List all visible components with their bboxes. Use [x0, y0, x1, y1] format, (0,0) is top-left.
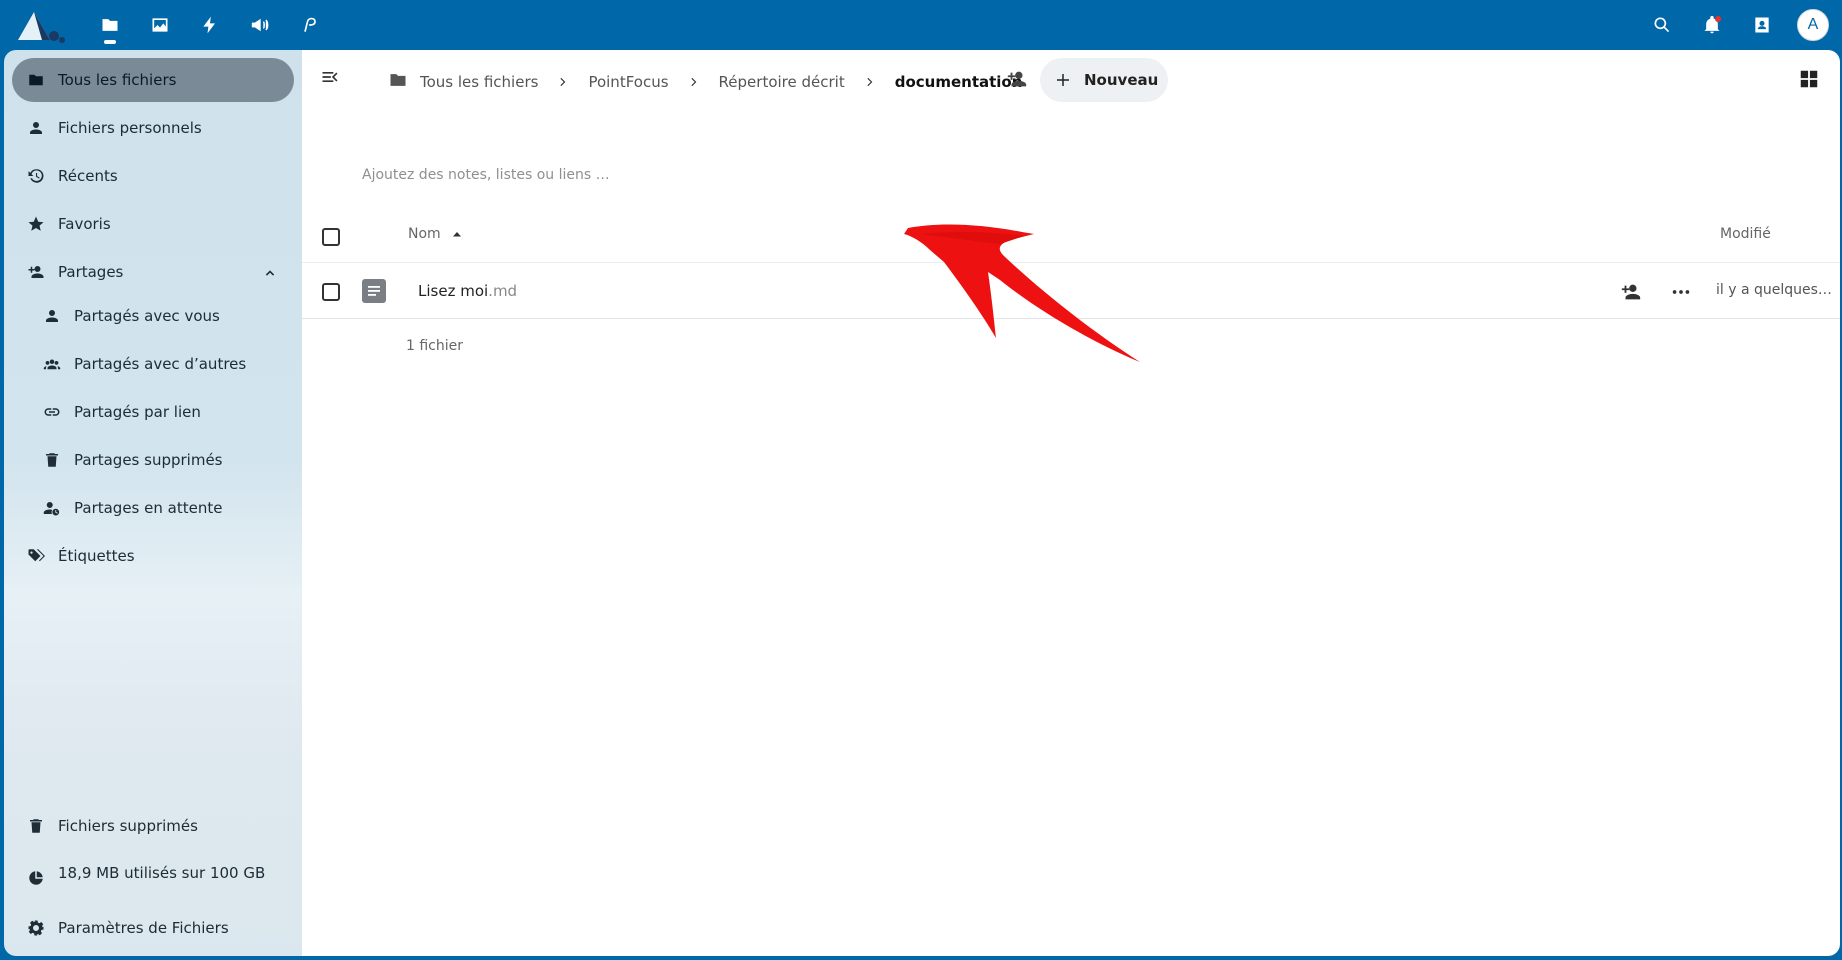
activity-icon[interactable]: [195, 10, 225, 40]
flow-icon[interactable]: [295, 10, 325, 40]
breadcrumb-pointfocus[interactable]: PointFocus: [588, 73, 668, 91]
toggle-navigation-icon[interactable]: [320, 67, 344, 91]
logo-icon[interactable]: [14, 6, 66, 44]
file-extension: .md: [488, 282, 518, 300]
announcements-icon[interactable]: [245, 10, 275, 40]
notifications-icon[interactable]: [1697, 10, 1727, 40]
person-icon: [32, 307, 72, 325]
new-button-label: Nouveau: [1084, 71, 1159, 89]
contacts-icon[interactable]: [1747, 10, 1777, 40]
gear-icon: [16, 919, 56, 937]
notification-badge: [1715, 16, 1721, 22]
files-icon[interactable]: [95, 10, 125, 40]
folder-icon: [16, 71, 56, 89]
nav-tags[interactable]: Étiquettes: [12, 534, 294, 578]
more-actions-icon[interactable]: [1670, 281, 1692, 303]
nav-deleted-shares[interactable]: Partages supprimés: [28, 438, 294, 482]
file-modified: il y a quelques…: [1716, 282, 1832, 298]
pending-share-icon: [32, 499, 72, 517]
group-icon: [32, 355, 72, 373]
trash-icon: [32, 451, 72, 469]
nav-label: Partagés avec vous: [74, 307, 220, 325]
nav-favorites[interactable]: Favoris: [12, 202, 294, 246]
person-icon: [16, 119, 56, 137]
top-header: A: [0, 0, 1842, 50]
nav-label: Partages supprimés: [74, 451, 223, 469]
breadcrumb-repertoire[interactable]: Répertoire décrit: [719, 73, 845, 91]
chevron-right-icon: [863, 75, 877, 89]
chevron-right-icon: [556, 75, 570, 89]
breadcrumb-root[interactable]: Tous les fichiers: [388, 70, 538, 94]
chevron-right-icon: [687, 75, 701, 89]
nav-label: Récents: [58, 167, 118, 185]
trash-icon: [16, 817, 56, 835]
storage-quota: 18,9 MB utilisés sur 100 GB: [12, 856, 294, 900]
nav-all-files[interactable]: Tous les fichiers: [12, 58, 294, 102]
folder-icon: [388, 70, 408, 94]
pie-chart-icon: [16, 869, 56, 887]
folder-notes-input[interactable]: [362, 162, 962, 188]
plus-icon: [1054, 71, 1072, 89]
select-all-checkbox[interactable]: [322, 228, 340, 246]
annotation-arrow-icon: [904, 224, 1140, 362]
nav-shared-with-others[interactable]: Partagés avec d’autres: [28, 342, 294, 386]
column-header-modified[interactable]: Modifié: [1720, 226, 1771, 242]
nav-shared-by-link[interactable]: Partagés par lien: [28, 390, 294, 434]
photos-icon[interactable]: [145, 10, 175, 40]
nav-label: Fichiers personnels: [58, 119, 202, 137]
chevron-up-icon[interactable]: [260, 262, 280, 282]
column-header-name[interactable]: Nom: [408, 226, 463, 242]
nav-label: Partagés avec d’autres: [74, 355, 247, 373]
sort-ascending-icon: [451, 228, 463, 240]
star-icon: [16, 215, 56, 233]
breadcrumb-label: Tous les fichiers: [420, 73, 539, 91]
user-avatar[interactable]: A: [1797, 9, 1829, 41]
nav-label: Paramètres de Fichiers: [58, 919, 229, 937]
history-icon: [16, 167, 56, 185]
nav-label: Favoris: [58, 215, 111, 233]
nav-label: Partages: [58, 263, 124, 281]
search-icon[interactable]: [1647, 10, 1677, 40]
share-folder-icon[interactable]: [1006, 68, 1030, 92]
share-icon: [16, 263, 56, 281]
app-navigation: Tous les fichiers Fichiers personnels Ré…: [4, 50, 302, 956]
new-button[interactable]: Nouveau: [1040, 58, 1168, 102]
nav-label: Étiquettes: [58, 547, 135, 565]
link-icon: [32, 403, 72, 421]
breadcrumb: Tous les fichiers PointFocus Répertoire …: [388, 60, 1022, 104]
nav-files-settings[interactable]: Paramètres de Fichiers: [12, 906, 294, 950]
nav-recent[interactable]: Récents: [12, 154, 294, 198]
nav-shares[interactable]: Partages: [12, 250, 294, 294]
text-file-icon: [362, 279, 386, 303]
nav-label: Partages en attente: [74, 499, 223, 517]
share-icon[interactable]: [1620, 281, 1642, 303]
nav-label: Fichiers supprimés: [58, 817, 198, 835]
column-name-label: Nom: [408, 226, 441, 242]
file-count: 1 fichier: [406, 338, 464, 354]
nav-deleted-files[interactable]: Fichiers supprimés: [12, 804, 294, 848]
nav-label: Partagés par lien: [74, 403, 201, 421]
file-name[interactable]: Lisez moi.md: [418, 282, 517, 300]
nav-label: Tous les fichiers: [58, 71, 177, 89]
row-checkbox[interactable]: [322, 283, 340, 301]
nav-personal-files[interactable]: Fichiers personnels: [12, 106, 294, 150]
grid-view-icon[interactable]: [1798, 68, 1820, 90]
quota-label: 18,9 MB utilisés sur 100 GB: [58, 864, 266, 882]
breadcrumb-current[interactable]: documentation: [895, 73, 1023, 91]
tag-icon: [16, 547, 56, 565]
nav-pending-shares[interactable]: Partages en attente: [28, 486, 294, 530]
files-main: Tous les fichiers PointFocus Répertoire …: [302, 50, 1840, 956]
active-app-indicator: [104, 40, 116, 44]
file-basename: Lisez moi: [418, 282, 489, 300]
nav-shared-with-you[interactable]: Partagés avec vous: [28, 294, 294, 338]
